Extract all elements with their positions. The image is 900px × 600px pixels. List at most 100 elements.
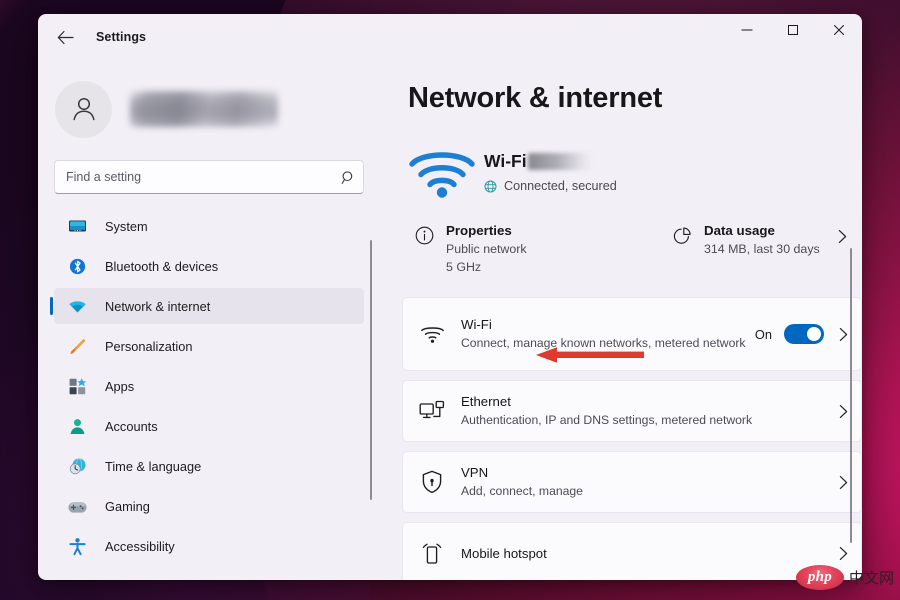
wifi-icon bbox=[403, 324, 461, 344]
properties-line-network: Public network bbox=[446, 242, 527, 256]
monitor-icon bbox=[68, 220, 86, 231]
card-body: VPN Add, connect, manage bbox=[461, 454, 824, 510]
watermark-suffix: 中文网 bbox=[848, 569, 894, 587]
card-title: Wi-Fi bbox=[461, 316, 492, 332]
back-button[interactable] bbox=[48, 22, 82, 52]
sidebar-scrollbar[interactable] bbox=[370, 240, 372, 500]
card-right-controls: On bbox=[755, 324, 861, 344]
search-box[interactable] bbox=[54, 160, 364, 194]
sidebar-item-network-internet[interactable]: Network & internet bbox=[50, 288, 364, 324]
close-button[interactable] bbox=[816, 14, 862, 46]
bluetooth-icon bbox=[69, 258, 85, 274]
card-right-controls bbox=[824, 475, 861, 490]
globe-icon bbox=[484, 180, 497, 193]
card-ethernet[interactable]: Ethernet Authentication, IP and DNS setti… bbox=[402, 380, 862, 442]
avatar bbox=[55, 80, 112, 138]
ethernet-chevron[interactable] bbox=[838, 404, 849, 419]
vpn-chevron[interactable] bbox=[838, 475, 849, 490]
info-circle-icon bbox=[402, 223, 446, 245]
sidebar-item-personalization[interactable]: Personalization bbox=[54, 328, 364, 364]
vpn-shield-icon bbox=[403, 470, 461, 494]
data-usage-line: 314 MB, last 30 days bbox=[704, 242, 820, 256]
card-mobile-hotspot[interactable]: Mobile hotspot bbox=[402, 522, 862, 580]
wifi-signal-icon bbox=[402, 144, 482, 200]
card-vpn[interactable]: VPN Add, connect, manage bbox=[402, 451, 862, 513]
network-status-row: Wi-Fi Connected, secured bbox=[402, 135, 862, 209]
properties-summary[interactable]: Properties Public network 5 GHz bbox=[402, 217, 660, 291]
wifi-arcs-icon bbox=[409, 152, 475, 198]
sidebar-item-gaming[interactable]: Gaming bbox=[54, 488, 364, 524]
network-status-text: Wi-Fi Connected, secured bbox=[484, 151, 617, 193]
hotspot-icon bbox=[422, 543, 442, 564]
sidebar-item-apps[interactable]: Apps bbox=[54, 368, 364, 404]
minimize-button[interactable] bbox=[724, 14, 770, 46]
search-input[interactable] bbox=[55, 160, 333, 194]
php-logo: php bbox=[795, 565, 844, 590]
sidebar-item-accounts[interactable]: Accounts bbox=[54, 408, 364, 444]
ethernet-monitor-icon bbox=[419, 400, 445, 419]
data-usage-summary[interactable]: Data usage 314 MB, last 30 days bbox=[660, 217, 862, 291]
maximize-button[interactable] bbox=[770, 14, 816, 46]
accessibility-person-icon bbox=[66, 536, 88, 556]
sidebar-item-label: Gaming bbox=[105, 498, 150, 514]
sidebar-item-system[interactable]: System bbox=[54, 208, 364, 244]
card-body: Mobile hotspot bbox=[461, 535, 824, 572]
window-controls bbox=[724, 14, 862, 60]
chevron-right-icon bbox=[839, 327, 848, 341]
maximize-icon bbox=[788, 25, 798, 35]
main-content: Network & internet Wi-Fi Connected, secu… bbox=[378, 60, 862, 580]
card-subtitle: Add, connect, manage bbox=[461, 483, 583, 498]
minimize-icon bbox=[741, 29, 753, 31]
sidebar: System Bluetooth & devices Network & inter… bbox=[38, 60, 378, 580]
properties-title: Properties bbox=[446, 223, 512, 238]
sidebar-item-bluetooth-devices[interactable]: Bluetooth & devices bbox=[54, 248, 364, 284]
card-subtitle: Connect, manage known networks, metered … bbox=[461, 335, 746, 350]
sidebar-item-label: Accessibility bbox=[105, 538, 175, 554]
card-right-controls bbox=[824, 404, 861, 419]
gamepad-icon bbox=[66, 496, 88, 516]
data-usage-text: Data usage 314 MB, last 30 days bbox=[704, 223, 820, 256]
apps-grid-icon bbox=[66, 376, 88, 396]
close-icon bbox=[834, 25, 844, 35]
paintbrush-icon bbox=[69, 338, 85, 354]
person-icon bbox=[66, 416, 88, 436]
wifi-label: Wi-Fi bbox=[484, 151, 527, 171]
card-body: Ethernet Authentication, IP and DNS setti… bbox=[461, 383, 824, 439]
person-avatar-icon bbox=[72, 97, 95, 121]
sidebar-nav: System Bluetooth & devices Network & inter… bbox=[50, 208, 364, 564]
account-block[interactable] bbox=[55, 78, 364, 140]
settings-window: Settings Find a setting System Bluetooth… bbox=[38, 14, 862, 580]
paintbrush-icon bbox=[66, 336, 88, 356]
chevron-right-icon bbox=[839, 546, 848, 560]
globe-glyph-icon bbox=[484, 180, 497, 192]
chevron-right-icon bbox=[838, 229, 847, 244]
wi-fi-chevron[interactable] bbox=[838, 327, 849, 342]
card-wi-fi[interactable]: Wi-Fi Connect, manage known networks, met… bbox=[402, 297, 862, 371]
apps-grid-icon bbox=[69, 377, 86, 394]
sidebar-item-accessibility[interactable]: Accessibility bbox=[54, 528, 364, 564]
network-status-sub: Connected, secured bbox=[484, 179, 617, 193]
data-usage-title: Data usage bbox=[704, 223, 775, 238]
chevron-right-icon bbox=[839, 404, 848, 418]
shield-lock-icon bbox=[422, 470, 442, 494]
wifi-icon bbox=[66, 296, 88, 316]
content-scrollbar[interactable] bbox=[850, 248, 852, 543]
gamepad-icon bbox=[67, 501, 87, 513]
card-title: Ethernet bbox=[461, 393, 511, 409]
data-usage-chevron[interactable] bbox=[837, 223, 862, 244]
card-right-controls bbox=[824, 546, 861, 561]
sidebar-item-label: System bbox=[105, 218, 148, 234]
sidebar-item-time-language[interactable]: Time & language bbox=[54, 448, 364, 484]
sidebar-item-label: Bluetooth & devices bbox=[105, 258, 219, 274]
properties-line-band: 5 GHz bbox=[446, 260, 482, 274]
accessibility-person-icon bbox=[68, 537, 86, 555]
pie-chart-icon bbox=[660, 223, 704, 246]
network-status-title: Wi-Fi bbox=[484, 151, 617, 172]
mobile-hotspot-chevron[interactable] bbox=[838, 546, 849, 561]
wi-fi-toggle[interactable] bbox=[784, 324, 824, 344]
card-subtitle: Authentication, IP and DNS settings, met… bbox=[461, 412, 753, 427]
clock-globe-icon bbox=[69, 457, 85, 474]
back-arrow-icon bbox=[57, 30, 74, 44]
card-body: Wi-Fi Connect, manage known networks, met… bbox=[461, 306, 755, 362]
search-icon[interactable] bbox=[333, 170, 363, 185]
